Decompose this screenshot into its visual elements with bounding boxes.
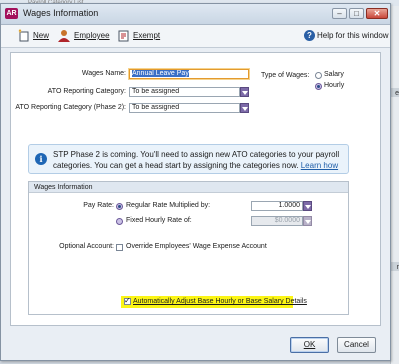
main-panel: Wages Name: Annual Leave Pay ATO Reporti… — [10, 52, 381, 326]
ato-category-dropdown-icon[interactable] — [240, 87, 249, 97]
exempt-button[interactable]: Exempt — [133, 30, 160, 42]
ato-category2-label: ATO Reporting Category (Phase 2): — [15, 104, 126, 111]
new-icon — [18, 29, 29, 42]
wages-name-input[interactable]: Annual Leave Pay — [129, 69, 249, 79]
ok-button[interactable]: OK — [290, 337, 329, 353]
regular-rate-radio[interactable] — [116, 203, 123, 210]
employee-icon — [58, 30, 70, 42]
ok-label: OK — [303, 340, 316, 349]
stp-notice: i STP Phase 2 is coming. You'll need to … — [28, 144, 349, 174]
help-button[interactable]: Help for this window — [317, 30, 389, 42]
regular-rate-input[interactable]: 1.0000 — [251, 201, 303, 211]
title-bar[interactable]: AR Wages Information – □ ✕ — [1, 4, 390, 25]
exempt-icon — [118, 30, 129, 42]
window-title: Wages Information — [23, 8, 99, 18]
ato-category-select[interactable]: To be assigned — [129, 87, 240, 97]
fixed-rate-input[interactable]: $0.0000 — [251, 216, 303, 226]
app-badge-icon: AR — [5, 8, 18, 19]
cancel-button[interactable]: Cancel — [337, 337, 376, 353]
ato-category2-select[interactable]: To be assigned — [129, 103, 240, 113]
learn-how-link[interactable]: Learn how — [301, 161, 338, 170]
employee-label: Employee — [74, 31, 110, 40]
help-icon: ? — [304, 30, 315, 41]
override-checkbox[interactable] — [116, 244, 123, 251]
wages-name-value: Annual Leave Pay — [132, 70, 189, 77]
wages-information-window: AR Wages Information – □ ✕ New Employee … — [0, 3, 391, 361]
fixed-rate-radio[interactable] — [116, 218, 123, 225]
group-header: Wages Information — [29, 182, 348, 193]
salary-radio[interactable] — [315, 72, 322, 79]
auto-adjust-label[interactable]: Automatically Adjust Base Hourly or Base… — [133, 297, 307, 307]
regular-rate-dropdown-icon[interactable] — [303, 201, 312, 211]
salary-label[interactable]: Salary — [324, 70, 344, 80]
info-icon: i — [35, 153, 47, 165]
toolbar: New Employee Exempt ? Help for this wind… — [1, 25, 390, 48]
new-button[interactable]: New — [33, 30, 49, 42]
regular-rate-label[interactable]: Regular Rate Multiplied by: — [126, 201, 210, 211]
employee-button[interactable]: Employee — [74, 30, 110, 42]
override-label[interactable]: Override Employees' Wage Expense Account — [126, 242, 267, 252]
wages-name-label: Wages Name: — [81, 70, 126, 77]
fixed-rate-label[interactable]: Fixed Hourly Rate of: — [126, 216, 192, 226]
type-of-wages-label: Type of Wages: — [261, 72, 310, 79]
minimize-button[interactable]: – — [332, 8, 347, 19]
hourly-label[interactable]: Hourly — [324, 81, 344, 91]
close-button[interactable]: ✕ — [366, 8, 388, 19]
maximize-button[interactable]: □ — [349, 8, 364, 19]
ato-category-label: ATO Reporting Category: — [47, 88, 126, 95]
optional-account-label: Optional Account: — [59, 243, 114, 250]
pay-rate-label: Pay Rate: — [83, 202, 114, 209]
ato-category2-dropdown-icon[interactable] — [240, 103, 249, 113]
wages-information-group: Wages Information Pay Rate: Regular Rate… — [28, 181, 349, 315]
background-letter-e: e — [395, 90, 399, 97]
auto-adjust-checkbox[interactable] — [124, 296, 131, 305]
exempt-label: Exempt — [133, 31, 161, 40]
stp-text: STP Phase 2 is coming. You'll need to as… — [53, 150, 340, 170]
stp-notice-text: STP Phase 2 is coming. You'll need to as… — [53, 149, 348, 171]
fixed-rate-dropdown-icon[interactable] — [303, 216, 312, 226]
background-window-edge: e r — [390, 6, 399, 364]
new-label: New — [33, 31, 50, 40]
hourly-radio[interactable] — [315, 83, 322, 90]
